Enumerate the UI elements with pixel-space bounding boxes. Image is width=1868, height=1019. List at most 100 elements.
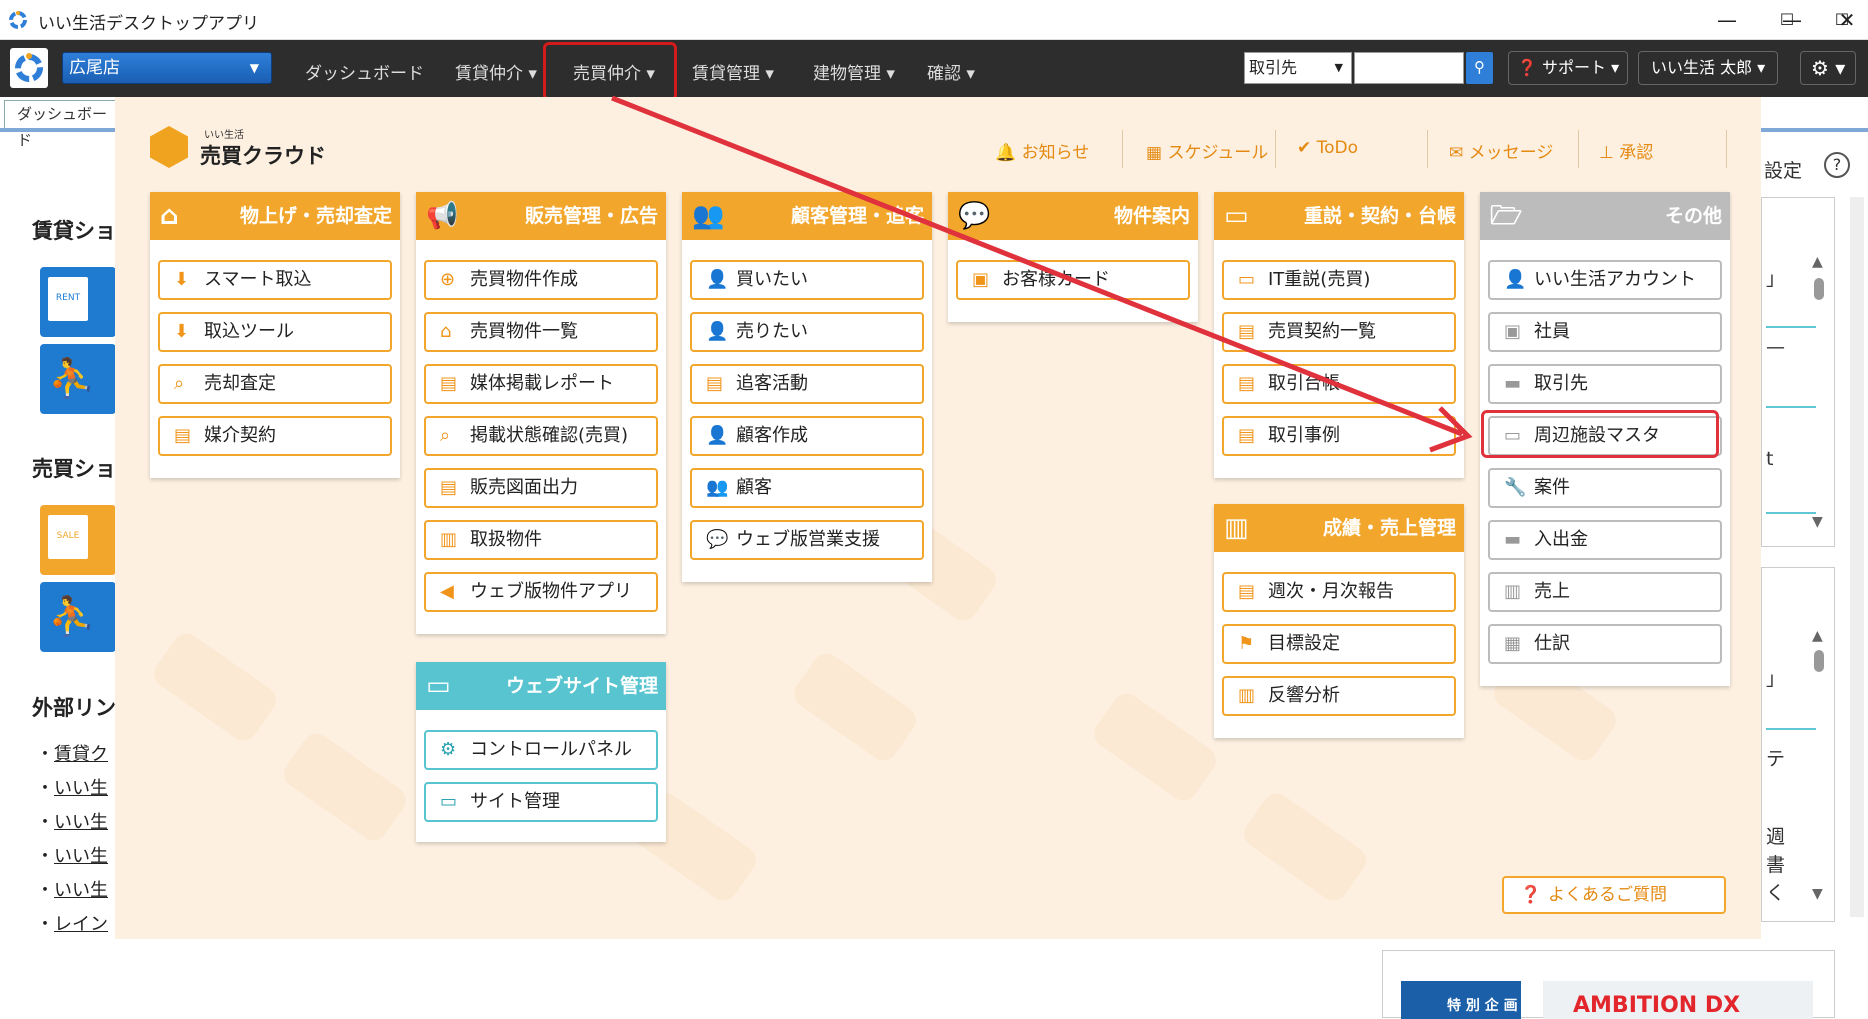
store-select[interactable]: 広尾店 ▼: [62, 52, 272, 84]
search-icon: ⌕: [174, 373, 185, 394]
menu-item-brokerage-contract[interactable]: ▤ 媒介契約: [158, 416, 392, 456]
item-label: 媒介契約: [204, 425, 276, 446]
menu-item-property-list[interactable]: ⌂ 売買物件一覧: [424, 312, 658, 352]
menu-item-smart-import[interactable]: ⬇ スマート取込: [158, 260, 392, 300]
menu-item-site-management[interactable]: ▭ サイト管理: [424, 782, 658, 822]
menu-item-contract-list[interactable]: ▤ 売買契約一覧: [1222, 312, 1456, 352]
help-icon[interactable]: ?: [1824, 152, 1850, 178]
download-icon: ⬇: [174, 269, 190, 290]
close-button-2[interactable]: ✕: [1825, 4, 1868, 36]
toplink-approval[interactable]: ⊥ 承認: [1599, 138, 1653, 163]
menu-item-create-property[interactable]: ⊕ 売買物件作成: [424, 260, 658, 300]
monitor-code-icon: ▭: [426, 671, 451, 701]
toplink-notice[interactable]: 🔔 お知らせ: [995, 138, 1089, 163]
menu-item-account[interactable]: 👤 いい生活アカウント: [1488, 260, 1722, 300]
menu-item-control-panel[interactable]: ⚙ コントロールパネル: [424, 730, 658, 770]
banner-image[interactable]: 特 別 企 画: [1401, 981, 1521, 1019]
toplink-todo[interactable]: ✔ ToDo: [1297, 138, 1358, 158]
trade-partner-select[interactable]: 取引先 ▼: [1244, 52, 1352, 84]
menu-item-sales-drawing[interactable]: ▤ 販売図面出力: [424, 468, 658, 508]
chat-icon: 💬: [958, 201, 991, 231]
menu-item-buyers[interactable]: 👤 買いたい: [690, 260, 924, 300]
menu-item-web-sales-support[interactable]: 💬 ウェブ版営業支援: [690, 520, 924, 560]
toplink-schedule[interactable]: ▦ スケジュール: [1146, 138, 1268, 163]
scrollbar-thumb[interactable]: [1814, 278, 1824, 300]
credit-card-icon: ▬: [1504, 529, 1522, 550]
scroll-up-icon[interactable]: ▲: [1812, 628, 1823, 644]
menu-item-employees[interactable]: ▣ 社員: [1488, 312, 1722, 352]
search-input[interactable]: [1354, 52, 1464, 84]
menu-item-sale-appraisal[interactable]: ⌕ 売却査定: [158, 364, 392, 404]
menu-item-transaction-cases[interactable]: ▤ 取引事例: [1222, 416, 1456, 456]
sale-shortcut[interactable]: SALE: [40, 505, 116, 575]
users-icon: 👥: [706, 477, 729, 498]
menu-item-import-tool[interactable]: ⬇ 取込ツール: [158, 312, 392, 352]
brand-small: いい生活: [204, 130, 244, 141]
scroll-up-icon[interactable]: ▲: [1812, 254, 1823, 270]
rent-shortcut[interactable]: RENT: [40, 267, 116, 337]
menu-item-trade-partners[interactable]: ▬ 取引先: [1488, 364, 1722, 404]
support-button[interactable]: ❓ サポート ▾: [1508, 51, 1629, 85]
column-header: ▥ 成績・売上管理: [1214, 504, 1464, 552]
menu-item-journal[interactable]: ▦ 仕訳: [1488, 624, 1722, 664]
calendar-icon: ▦: [1146, 143, 1163, 163]
divider: [1766, 326, 1816, 328]
menu-item-create-customer[interactable]: 👤 顧客作成: [690, 416, 924, 456]
support-label: サポート: [1542, 58, 1607, 77]
nav-confirm[interactable]: 確認 ▾: [927, 59, 975, 84]
briefcase-icon: ▬: [1504, 373, 1522, 394]
scrollbar-thumb[interactable]: [1814, 650, 1824, 672]
item-label: 取引台帳: [1268, 373, 1340, 394]
external-link[interactable]: ・いい生: [36, 808, 108, 834]
external-link[interactable]: ・いい生: [36, 876, 108, 902]
search-icon[interactable]: ⚲: [1466, 52, 1493, 84]
menu-item-weekly-report[interactable]: ▤ 週次・月次報告: [1222, 572, 1456, 612]
banner-right-text: AMBITION DX: [1573, 993, 1741, 1018]
id-card-icon: ▣: [972, 269, 990, 290]
rent-contact-shortcut[interactable]: ⛹: [40, 344, 116, 414]
menu-item-projects[interactable]: 🔧 案件: [1488, 468, 1722, 508]
menu-item-transaction-ledger[interactable]: ▤ 取引台帳: [1222, 364, 1456, 404]
gear-icon[interactable]: ⚙ ▾: [1800, 51, 1857, 85]
menu-item-it-explanation[interactable]: ▭ IT重説(売買): [1222, 260, 1456, 300]
menu-item-customers[interactable]: 👥 顧客: [690, 468, 924, 508]
scroll-down-icon[interactable]: ▼: [1812, 514, 1823, 530]
menu-item-revenue[interactable]: ▥ 売上: [1488, 572, 1722, 612]
scroll-down-icon[interactable]: ▼: [1812, 886, 1823, 902]
external-link[interactable]: ・賃貸ク: [36, 740, 108, 766]
sale-contact-shortcut[interactable]: ⛹: [40, 582, 116, 652]
link-text: 賃貸ク: [54, 744, 108, 765]
banner-image-2[interactable]: AMBITION DX: [1543, 981, 1813, 1019]
external-link[interactable]: ・レイン: [36, 910, 108, 936]
nav-rental-management[interactable]: 賃貸管理 ▾: [692, 59, 774, 84]
settings-label[interactable]: 設定: [1764, 156, 1802, 183]
external-link[interactable]: ・いい生: [36, 774, 108, 800]
tab-dashboard[interactable]: ダッシュボード: [4, 100, 116, 149]
document-icon: ▤: [1238, 321, 1256, 342]
menu-item-media-report[interactable]: ▤ 媒体掲載レポート: [424, 364, 658, 404]
menu-item-follow-up[interactable]: ▤ 追客活動: [690, 364, 924, 404]
menu-item-listing-status[interactable]: ⌕ 掲載状態確認(売買): [424, 416, 658, 456]
faq-button[interactable]: ❓ よくあるご質問: [1502, 876, 1726, 914]
maximize-button-2[interactable]: ☐: [1765, 4, 1809, 36]
nav-rental-brokerage[interactable]: 賃貸仲介 ▾: [455, 59, 537, 84]
external-link[interactable]: ・いい生: [36, 842, 108, 868]
menu-item-web-property-app[interactable]: ◀ ウェブ版物件アプリ: [424, 572, 658, 612]
menu-item-customer-card[interactable]: ▣ お客様カード: [956, 260, 1190, 300]
highlight-box: [1481, 410, 1719, 458]
menu-item-response-analysis[interactable]: ▥ 反響分析: [1222, 676, 1456, 716]
minimize-button-2[interactable]: —: [1705, 4, 1749, 36]
nav-dashboard[interactable]: ダッシュボード: [305, 59, 424, 84]
menu-item-sellers[interactable]: 👤 売りたい: [690, 312, 924, 352]
flag-icon: ⚑: [1238, 633, 1255, 654]
window-scrollbar[interactable]: [1850, 197, 1864, 917]
bg-pattern: [1088, 688, 1222, 806]
document-icon: ▤: [174, 425, 192, 446]
menu-item-payments[interactable]: ▬ 入出金: [1488, 520, 1722, 560]
user-menu-button[interactable]: いい生活 太郎 ▾: [1638, 51, 1779, 85]
toplink-message[interactable]: ✉ メッセージ: [1449, 138, 1553, 163]
menu-item-goal-setting[interactable]: ⚑ 目標設定: [1222, 624, 1456, 664]
header-label: 物件案内: [1113, 205, 1190, 227]
nav-building-management[interactable]: 建物管理 ▾: [813, 59, 895, 84]
menu-item-handled-properties[interactable]: ▥ 取扱物件: [424, 520, 658, 560]
